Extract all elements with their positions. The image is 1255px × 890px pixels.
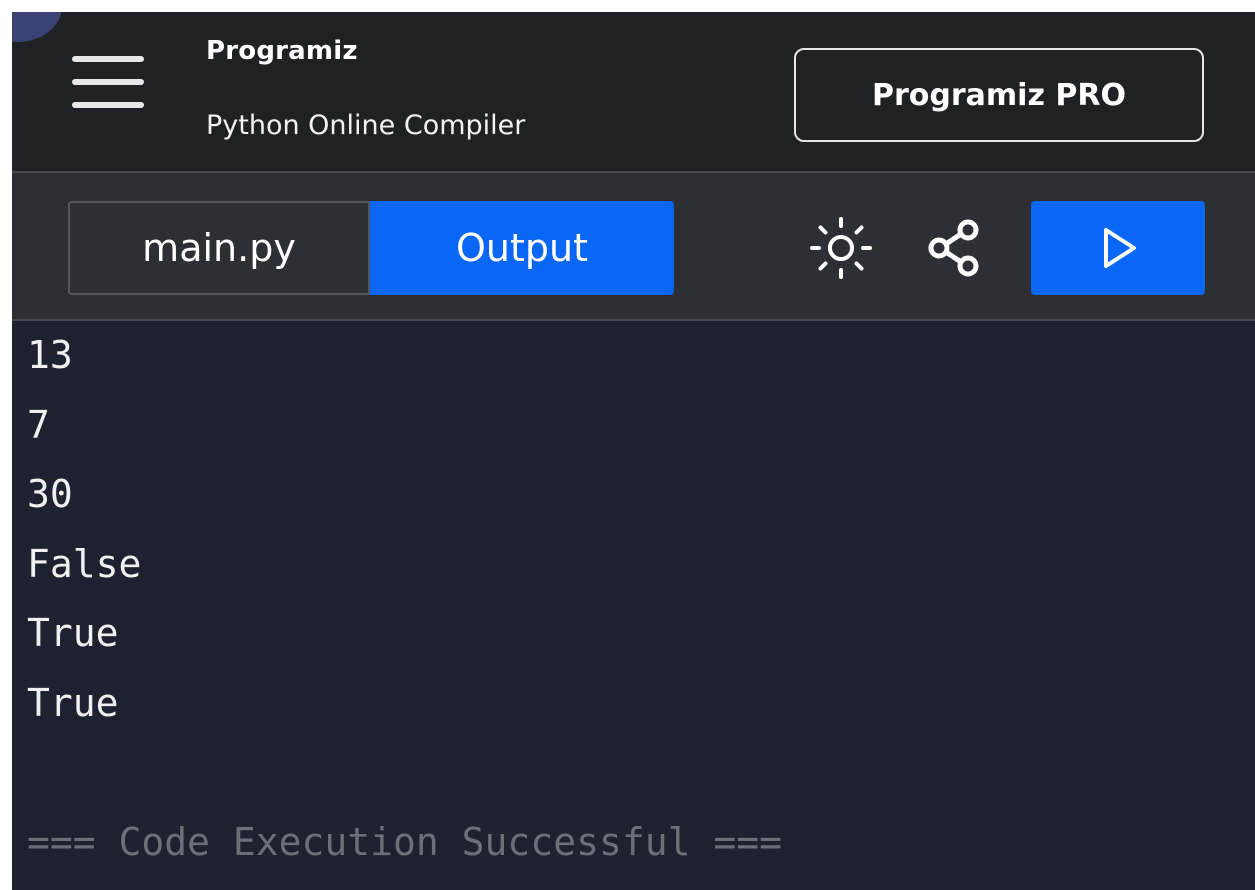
play-icon bbox=[1104, 228, 1136, 268]
menu-icon[interactable] bbox=[72, 56, 144, 112]
programiz-pro-button[interactable]: Programiz PRO bbox=[794, 48, 1204, 142]
output-line: False bbox=[27, 541, 142, 586]
theme-toggle-icon[interactable] bbox=[808, 215, 874, 281]
header: Programiz Python Online Compiler Program… bbox=[12, 12, 1255, 171]
compiler-app: Programiz Python Online Compiler Program… bbox=[12, 12, 1255, 890]
run-button[interactable] bbox=[1031, 201, 1205, 295]
tab-main-py[interactable]: main.py bbox=[68, 201, 370, 295]
output-line: True bbox=[27, 611, 119, 655]
output-blank-line bbox=[27, 746, 1255, 816]
tab-output[interactable]: Output bbox=[370, 201, 674, 295]
brand-logo: Programiz bbox=[206, 36, 358, 66]
output-line: True bbox=[27, 680, 119, 725]
output-line: 30 bbox=[27, 472, 73, 516]
share-icon[interactable] bbox=[922, 215, 988, 281]
output-panel: 13 7 30 False True True === Code Executi… bbox=[12, 321, 1255, 890]
output-line: 13 bbox=[27, 333, 73, 377]
page-subtitle: Python Online Compiler bbox=[206, 110, 526, 141]
toolbar: main.py Output bbox=[12, 171, 1255, 321]
brand[interactable]: Programiz Python Online Compiler bbox=[206, 36, 525, 141]
execution-status: === Code Execution Successful === bbox=[27, 819, 782, 864]
output-line: 7 bbox=[27, 402, 50, 447]
